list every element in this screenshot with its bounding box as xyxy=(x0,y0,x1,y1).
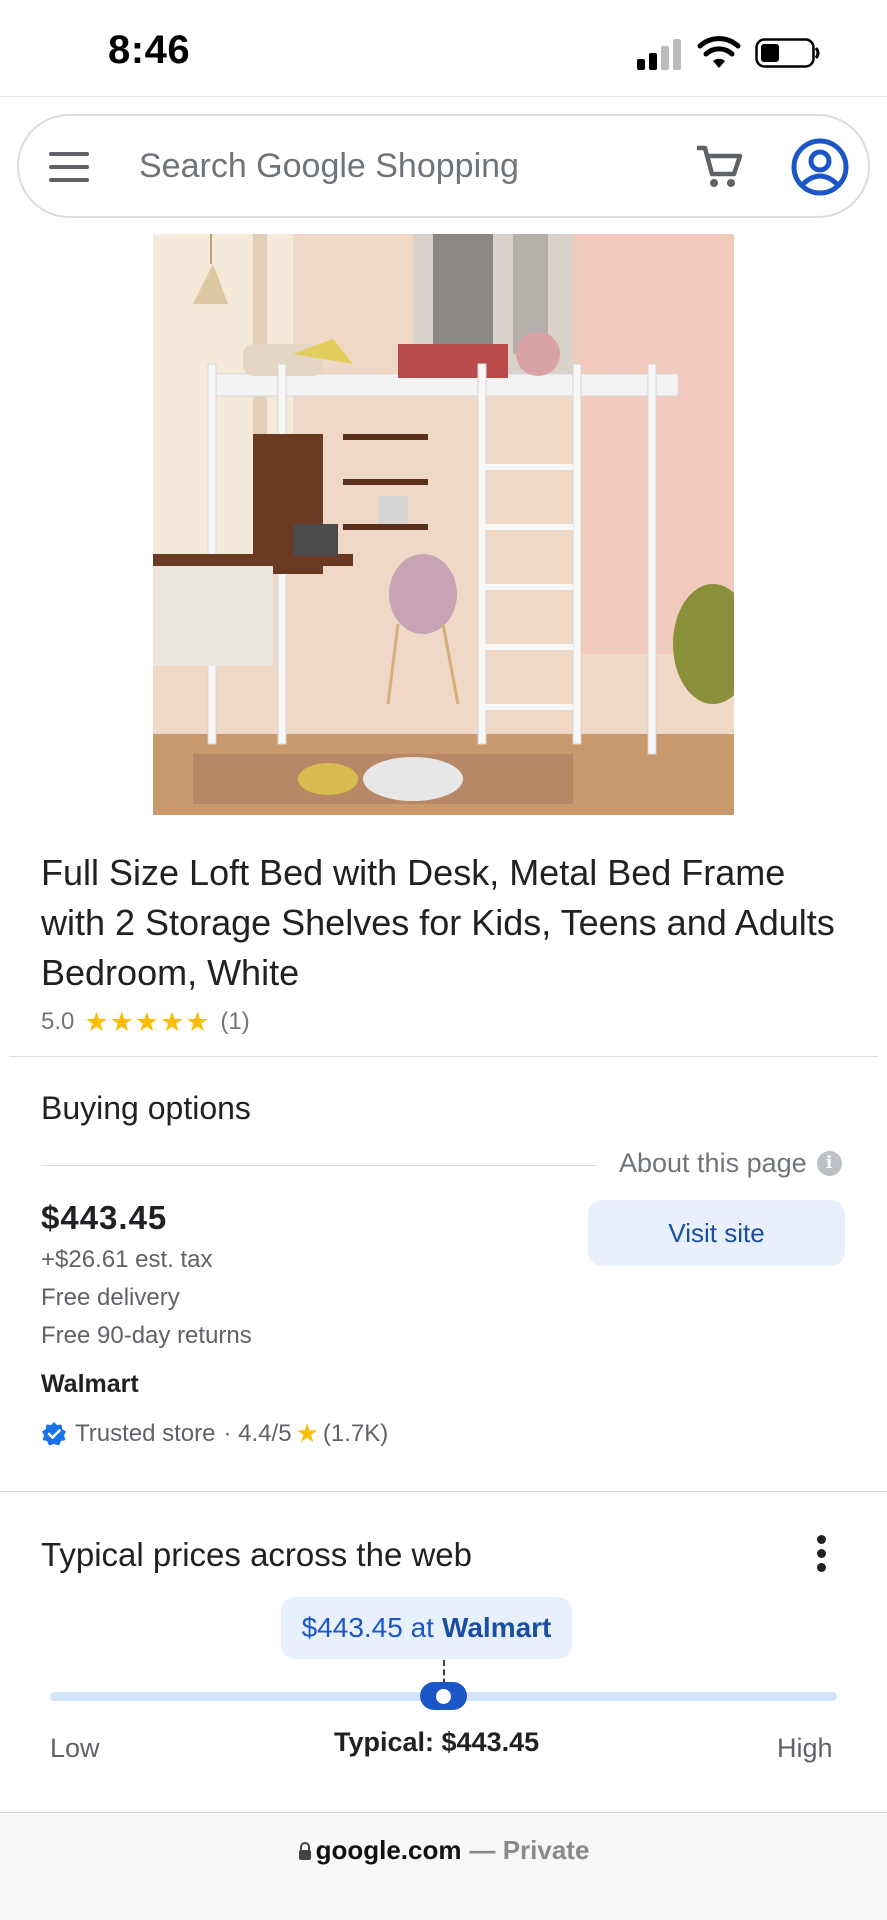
rating-value: 5.0 xyxy=(41,1008,75,1035)
offer-price: $443.45 xyxy=(41,1199,168,1236)
account-icon[interactable] xyxy=(791,138,849,196)
store-rating: · 4.4/5 xyxy=(223,1419,292,1447)
trusted-store-label: Trusted store xyxy=(75,1419,216,1447)
google-shopping-product-page: 8:46 Search Google Shopping Full Size Lo… xyxy=(0,0,887,1920)
wifi-icon xyxy=(697,36,741,68)
section-divider xyxy=(9,1056,878,1057)
product-title: Full Size Loft Bed with Desk, Metal Bed … xyxy=(41,852,835,993)
status-time: 8:46 xyxy=(108,28,191,72)
store-review-count: (1.7K) xyxy=(322,1419,389,1447)
search-input[interactable] xyxy=(139,140,659,192)
status-divider xyxy=(0,96,887,97)
buying-options-rule xyxy=(41,1165,597,1166)
url-display[interactable]: google.com — Private xyxy=(0,1835,887,1866)
buying-options-heading: Buying options xyxy=(41,1090,251,1126)
status-bar: 8:46 xyxy=(0,0,887,96)
typical-prices-heading: Typical prices across the web xyxy=(41,1536,473,1573)
visit-site-button[interactable]: Visit site xyxy=(588,1200,845,1266)
verified-icon xyxy=(42,1421,66,1445)
more-vert-icon[interactable] xyxy=(812,1533,832,1575)
offer-tax: +$26.61 est. tax xyxy=(41,1246,213,1273)
offer-returns: Free 90-day returns xyxy=(41,1322,252,1349)
tooltip-store: Walmart xyxy=(441,1612,552,1643)
range-low-label: Low xyxy=(50,1733,100,1763)
cart-icon[interactable] xyxy=(695,144,743,190)
product-rating[interactable]: 5.0 ★★★★★ (1) xyxy=(41,1006,250,1038)
section-divider xyxy=(0,1491,887,1492)
loft-bed-illustration xyxy=(153,234,734,815)
star-icon: ★ xyxy=(295,1418,319,1448)
browser-address-bar[interactable]: google.com — Private xyxy=(0,1812,887,1920)
info-icon[interactable]: i xyxy=(816,1151,842,1176)
price-tooltip: $443.45 at Walmart xyxy=(281,1597,572,1659)
tooltip-price: $443.45 at xyxy=(301,1612,434,1643)
url-domain: google.com xyxy=(315,1835,462,1865)
signal-icon xyxy=(637,38,685,70)
search-bar[interactable] xyxy=(17,114,870,218)
range-typical-label: Typical: $443.45 xyxy=(334,1727,540,1757)
product-image[interactable] xyxy=(153,234,734,815)
review-count: (1) xyxy=(220,1008,250,1035)
price-range-marker xyxy=(420,1682,467,1710)
menu-icon[interactable] xyxy=(49,152,91,182)
trusted-store-row: Trusted store · 4.4/5 ★ (1.7K) xyxy=(41,1418,388,1449)
range-high-label: High xyxy=(777,1733,833,1763)
offer-delivery: Free delivery xyxy=(41,1284,180,1311)
star-icon: ★★★★★ xyxy=(84,1006,211,1037)
about-this-page-link[interactable]: About this page i xyxy=(619,1148,842,1179)
lock-icon xyxy=(298,1841,311,1860)
battery-icon xyxy=(755,38,820,68)
about-this-page-label: About this page xyxy=(619,1148,807,1178)
url-privacy: — Private xyxy=(469,1835,590,1865)
store-name: Walmart xyxy=(41,1370,139,1398)
